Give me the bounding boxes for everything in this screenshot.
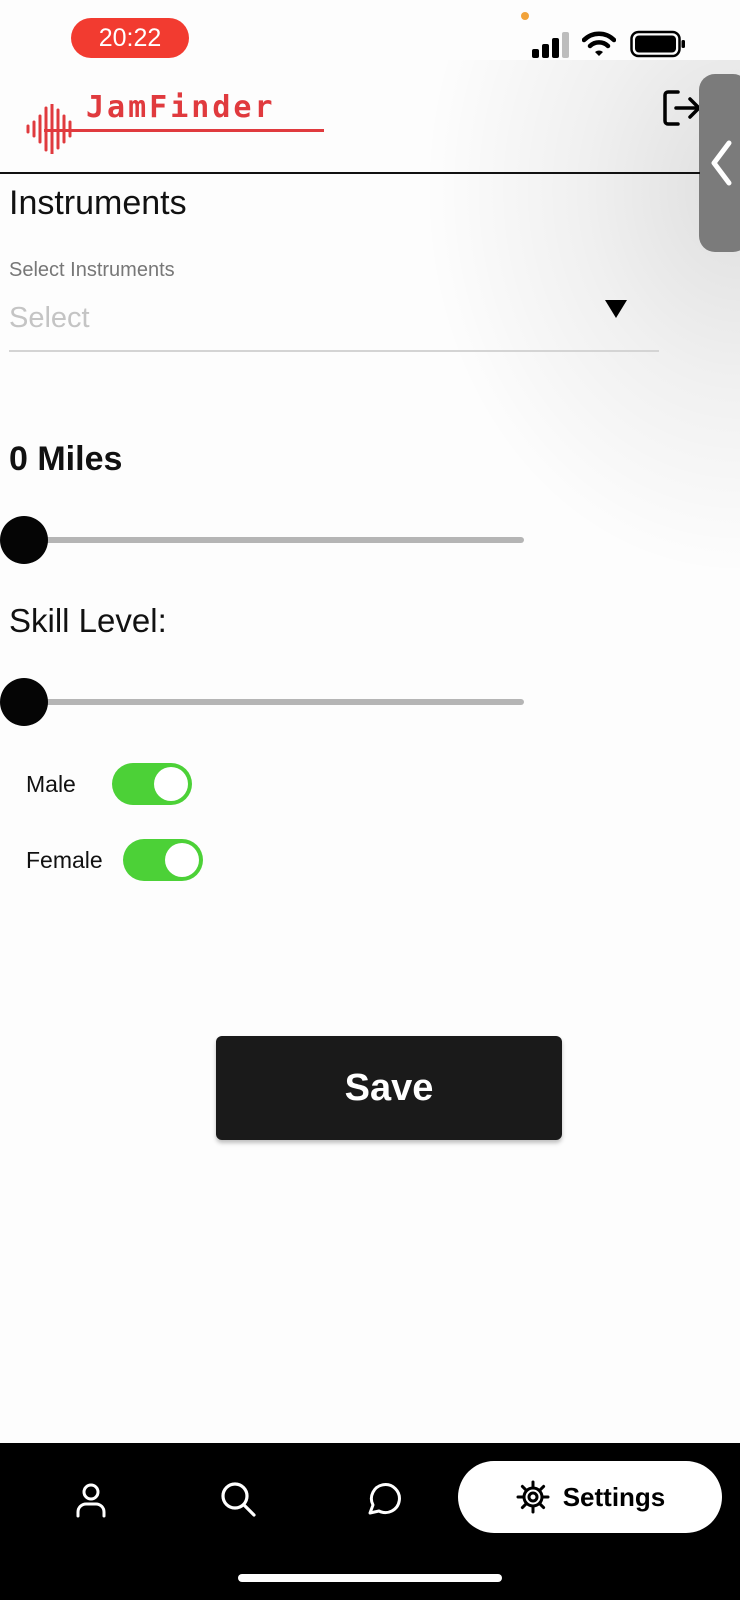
caret-down-icon — [605, 300, 627, 318]
toggle-knob — [164, 843, 199, 877]
slider-track — [24, 537, 524, 543]
settings-tab[interactable]: Settings — [458, 1461, 722, 1533]
signal-icon — [532, 32, 569, 58]
instruments-label: Select Instruments — [9, 259, 175, 281]
toggle-knob — [153, 767, 188, 801]
gear-icon — [516, 1480, 550, 1514]
distance-slider[interactable] — [0, 514, 524, 566]
female-toggle[interactable] — [122, 839, 203, 881]
camera-indicator-dot — [521, 12, 529, 20]
status-time: 20:22 — [71, 18, 189, 58]
male-toggle[interactable] — [111, 763, 192, 805]
chat-icon[interactable] — [364, 1479, 404, 1519]
home-indicator — [238, 1574, 502, 1582]
female-toggle-row: Female — [26, 838, 203, 882]
skill-level-slider[interactable] — [0, 676, 524, 728]
app-name: JamFinder — [86, 90, 276, 125]
distance-value-label: 0 Miles — [9, 440, 123, 478]
jamfinder-logo: JamFinder — [24, 88, 324, 160]
instruments-select[interactable]: Select — [9, 296, 659, 352]
female-label: Female — [26, 846, 103, 873]
skill-level-label: Skill Level: — [9, 602, 167, 639]
male-label: Male — [26, 770, 76, 797]
chevron-left-icon — [711, 140, 732, 186]
wifi-icon — [582, 31, 616, 56]
section-title: Instruments — [9, 184, 187, 222]
user-icon[interactable] — [71, 1479, 111, 1519]
header-divider — [0, 172, 700, 174]
search-icon[interactable] — [218, 1479, 258, 1519]
save-button[interactable]: Save — [216, 1036, 562, 1140]
settings-label: Settings — [562, 1481, 666, 1512]
logout-icon[interactable] — [662, 88, 702, 128]
battery-icon — [630, 30, 685, 58]
slider-track — [24, 699, 524, 705]
select-placeholder: Select — [9, 302, 90, 334]
male-toggle-row: Male — [26, 762, 192, 806]
side-drawer-tab[interactable] — [699, 74, 740, 252]
slider-thumb[interactable] — [0, 678, 48, 726]
bottom-nav: Settings — [0, 1443, 740, 1600]
slider-thumb[interactable] — [0, 516, 48, 564]
logo-underline — [44, 129, 324, 132]
